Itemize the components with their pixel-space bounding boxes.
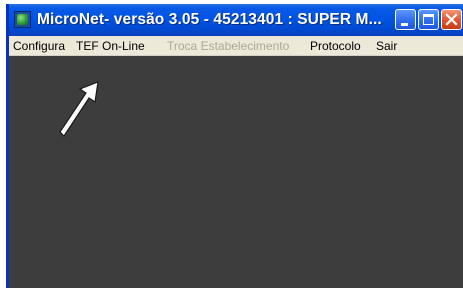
arrow-icon [59, 81, 99, 137]
app-logo-glyph [17, 14, 28, 25]
app-icon[interactable] [14, 11, 31, 28]
minimize-icon [401, 23, 408, 26]
maximize-button[interactable] [418, 9, 439, 30]
menu-protocolo[interactable]: Protocolo [310, 39, 361, 53]
main-client-area [9, 56, 463, 288]
menu-tef-online[interactable]: TEF On-Line [76, 39, 145, 53]
menu-configura[interactable]: Configura [13, 39, 65, 53]
menu-troca-estabelecimento: Troca Estabelecimento [167, 39, 290, 53]
maximize-icon [423, 14, 434, 25]
menu-bar: Configura TEF On-Line Troca Estabelecime… [9, 36, 463, 56]
window-title: MicroNet- versão 3.05 - 45213401 : SUPER… [37, 11, 382, 28]
title-bar[interactable]: MicroNet- versão 3.05 - 45213401 : SUPER… [9, 4, 463, 36]
close-icon [445, 13, 458, 26]
close-button[interactable] [441, 9, 462, 30]
menu-sair[interactable]: Sair [376, 39, 397, 53]
minimize-button[interactable] [395, 9, 416, 30]
app-window: MicroNet- versão 3.05 - 45213401 : SUPER… [6, 4, 463, 288]
